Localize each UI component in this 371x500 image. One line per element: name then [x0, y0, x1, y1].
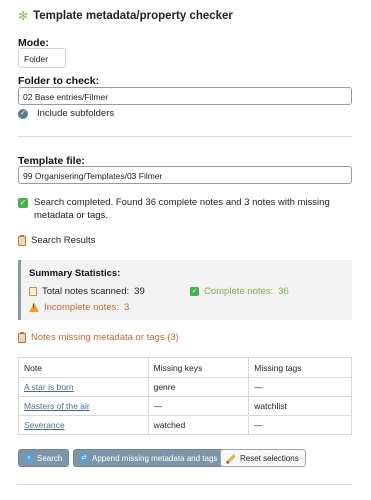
total-notes-label: Total notes scanned: — [42, 286, 130, 297]
clipboard-icon — [18, 234, 26, 246]
column-header-note: Note — [18, 357, 149, 378]
status-message: ✓ Search completed. Found 36 complete no… — [18, 196, 348, 222]
folder-input[interactable]: 02 Base entries/Filmer — [18, 87, 352, 105]
search-button-label: Search — [37, 453, 63, 463]
clipboard-icon — [18, 331, 26, 343]
mode-select[interactable]: Folder — [18, 48, 66, 68]
note-link[interactable]: Severance — [24, 420, 65, 430]
warning-icon — [29, 303, 39, 312]
table-row: Masters of the air — watchlist — [18, 396, 352, 416]
missing-tags-cell: watchlist — [248, 396, 352, 416]
summary-title: Summary Statistics: — [29, 268, 121, 279]
divider — [18, 484, 352, 485]
search-results-heading: Search Results — [18, 234, 96, 246]
column-header-missing-tags: Missing tags — [248, 357, 352, 378]
missing-tags-cell: — — [248, 415, 352, 435]
include-subfolders-label: Include subfolders — [37, 108, 115, 119]
missing-keys-cell: genre — [147, 377, 250, 397]
append-metadata-button[interactable]: ⇄ Append missing metadata and tags — [73, 449, 225, 467]
check-icon: ✓ — [190, 287, 199, 296]
table-header-row: Note Missing keys Missing tags — [18, 357, 352, 378]
reset-selections-button[interactable]: Reset selections — [220, 449, 306, 467]
missing-tags-cell: — — [248, 377, 352, 397]
incomplete-notes-value: 3 — [124, 302, 130, 313]
reset-button-label: Reset selections — [240, 453, 299, 463]
template-input[interactable]: 99 Organisering/Templates/03 Filmer — [18, 166, 352, 184]
complete-notes-value: 36 — [278, 286, 289, 297]
complete-notes-stat: ✓ Complete notes: 36 — [190, 286, 289, 297]
refresh-icon: ⇄ — [80, 454, 88, 462]
search-results-label: Search Results — [31, 235, 96, 246]
missing-keys-cell: — — [147, 396, 250, 416]
memo-icon — [29, 287, 37, 296]
missing-notes-label: Notes missing metadata or tags (3) — [31, 332, 179, 343]
search-icon: ⌕ — [25, 454, 33, 462]
total-notes-value: 39 — [134, 286, 145, 297]
folder-label: Folder to check: — [18, 75, 100, 87]
check-icon: ✓ — [18, 198, 28, 208]
page-title: Template metadata/property checker — [33, 10, 233, 22]
missing-notes-heading: Notes missing metadata or tags (3) — [18, 331, 179, 343]
note-link[interactable]: Masters of the air — [24, 401, 90, 411]
divider — [18, 136, 352, 137]
incomplete-notes-label: Incomplete notes: — [44, 302, 119, 313]
incomplete-notes-stat: Incomplete notes: 3 — [29, 302, 129, 313]
search-button[interactable]: ⌕ Search — [18, 449, 70, 467]
include-subfolders-row[interactable]: ✓ Include subfolders — [18, 108, 114, 119]
summary-panel: Summary Statistics: Total notes scanned:… — [18, 260, 352, 320]
note-link[interactable]: A star is born — [24, 382, 74, 392]
table-row: A star is born genre — — [18, 377, 352, 397]
missing-notes-table: Note Missing keys Missing tags A star is… — [18, 357, 352, 435]
column-header-missing-keys: Missing keys — [147, 357, 250, 378]
include-subfolders-checkbox[interactable]: ✓ — [18, 108, 28, 119]
complete-notes-label: Complete notes: — [204, 286, 274, 297]
pencil-icon — [227, 453, 236, 463]
gear-icon: ✻ — [18, 9, 29, 23]
missing-keys-cell: watched — [147, 415, 250, 435]
status-text: Search completed. Found 36 complete note… — [34, 197, 330, 221]
table-row: Severance watched — — [18, 415, 352, 435]
append-button-label: Append missing metadata and tags — [92, 453, 218, 463]
page-header: ✻ Template metadata/property checker — [18, 10, 233, 22]
total-notes-stat: Total notes scanned: 39 — [29, 286, 145, 297]
